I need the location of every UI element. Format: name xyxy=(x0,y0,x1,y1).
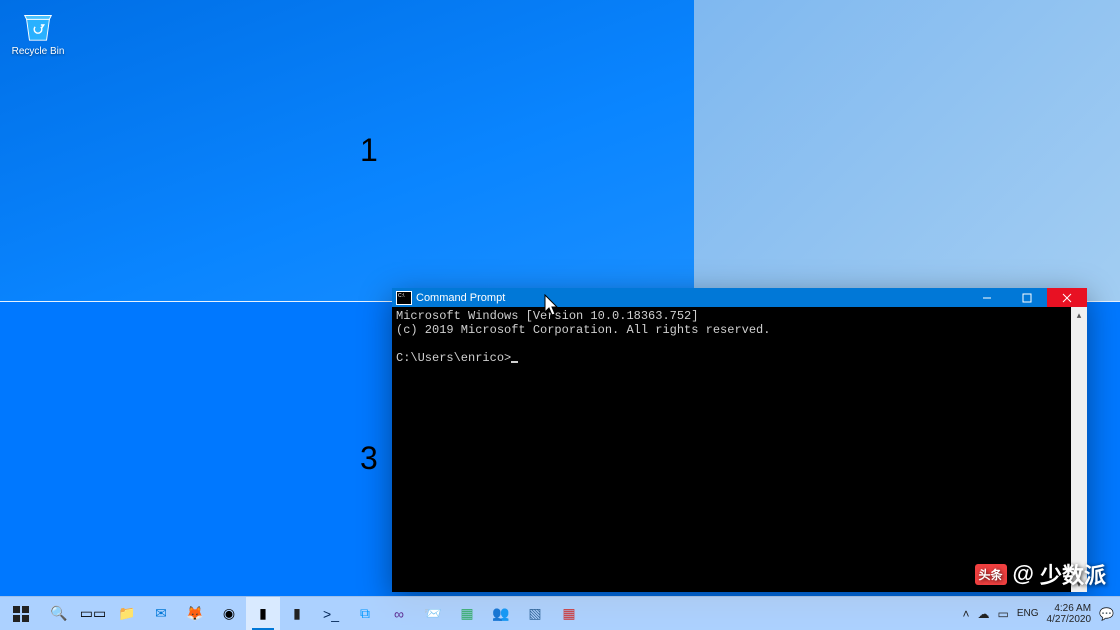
language-indicator[interactable]: ENG xyxy=(1017,608,1039,619)
task-view-icon[interactable]: ▭▭ xyxy=(76,597,110,630)
cmd-title-icon xyxy=(396,291,412,305)
command-prompt-window[interactable]: Command Prompt Microsoft Windows [Versio… xyxy=(392,288,1087,592)
maximize-button[interactable] xyxy=(1007,288,1047,307)
minimize-button[interactable] xyxy=(967,288,1007,307)
chrome-icon[interactable]: ◉ xyxy=(212,597,246,630)
clock[interactable]: 4:26 AM 4/27/2020 xyxy=(1047,603,1092,625)
app2-icon[interactable]: ▧ xyxy=(518,597,552,630)
scrollbar[interactable]: ▴ ▾ xyxy=(1071,307,1087,592)
watermark: 头条 @ 少数派 xyxy=(975,558,1106,590)
zone-label-1: 1 xyxy=(360,132,378,169)
visual-studio-icon[interactable]: ∞ xyxy=(382,597,416,630)
recycle-bin[interactable]: Recycle Bin xyxy=(10,6,66,57)
terminal-output[interactable]: Microsoft Windows [Version 10.0.18363.75… xyxy=(392,307,1087,592)
zone-label-3: 3 xyxy=(360,440,378,477)
tray-chevron-icon[interactable]: ˄ xyxy=(963,607,970,621)
window-title: Command Prompt xyxy=(416,292,505,304)
file-explorer-icon[interactable]: 📁 xyxy=(110,597,144,630)
vscode-icon[interactable]: ⧉ xyxy=(348,597,382,630)
time-text: 4:26 AM xyxy=(1054,603,1091,614)
terminal-icon[interactable]: ▮ xyxy=(280,597,314,630)
onedrive-icon[interactable]: ☁ xyxy=(978,607,990,621)
watermark-badge: 头条 xyxy=(975,564,1007,585)
system-tray[interactable]: ˄ ☁ ▭ ENG 4:26 AM 4/27/2020 💬 xyxy=(957,597,1120,630)
search-icon[interactable]: 🔍 xyxy=(42,597,76,630)
cmd-icon[interactable]: ▮ xyxy=(246,597,280,630)
recycle-bin-icon xyxy=(19,6,57,44)
app-icon[interactable]: ▦ xyxy=(450,597,484,630)
mail-icon[interactable]: ✉ xyxy=(144,597,178,630)
battery-icon[interactable]: ▭ xyxy=(998,607,1009,621)
firefox-icon[interactable]: 🦊 xyxy=(178,597,212,630)
notifications-icon[interactable]: 💬 xyxy=(1099,607,1114,621)
text-cursor xyxy=(511,361,518,363)
date-text: 4/27/2020 xyxy=(1047,614,1092,625)
recycle-bin-label: Recycle Bin xyxy=(10,46,66,57)
scroll-up-icon[interactable]: ▴ xyxy=(1071,307,1087,323)
powertoys-icon[interactable]: ▦ xyxy=(552,597,586,630)
outlook-icon[interactable]: 📨 xyxy=(416,597,450,630)
mouse-cursor xyxy=(544,294,560,318)
teams-icon[interactable]: 👥 xyxy=(484,597,518,630)
titlebar[interactable]: Command Prompt xyxy=(392,288,1087,307)
powershell-icon[interactable]: >_ xyxy=(314,597,348,630)
close-button[interactable] xyxy=(1047,288,1087,307)
taskbar[interactable]: 🔍▭▭📁✉🦊◉▮▮>_⧉∞📨▦👥▧▦ ˄ ☁ ▭ ENG 4:26 AM 4/2… xyxy=(0,596,1120,630)
start-button[interactable] xyxy=(0,597,42,630)
